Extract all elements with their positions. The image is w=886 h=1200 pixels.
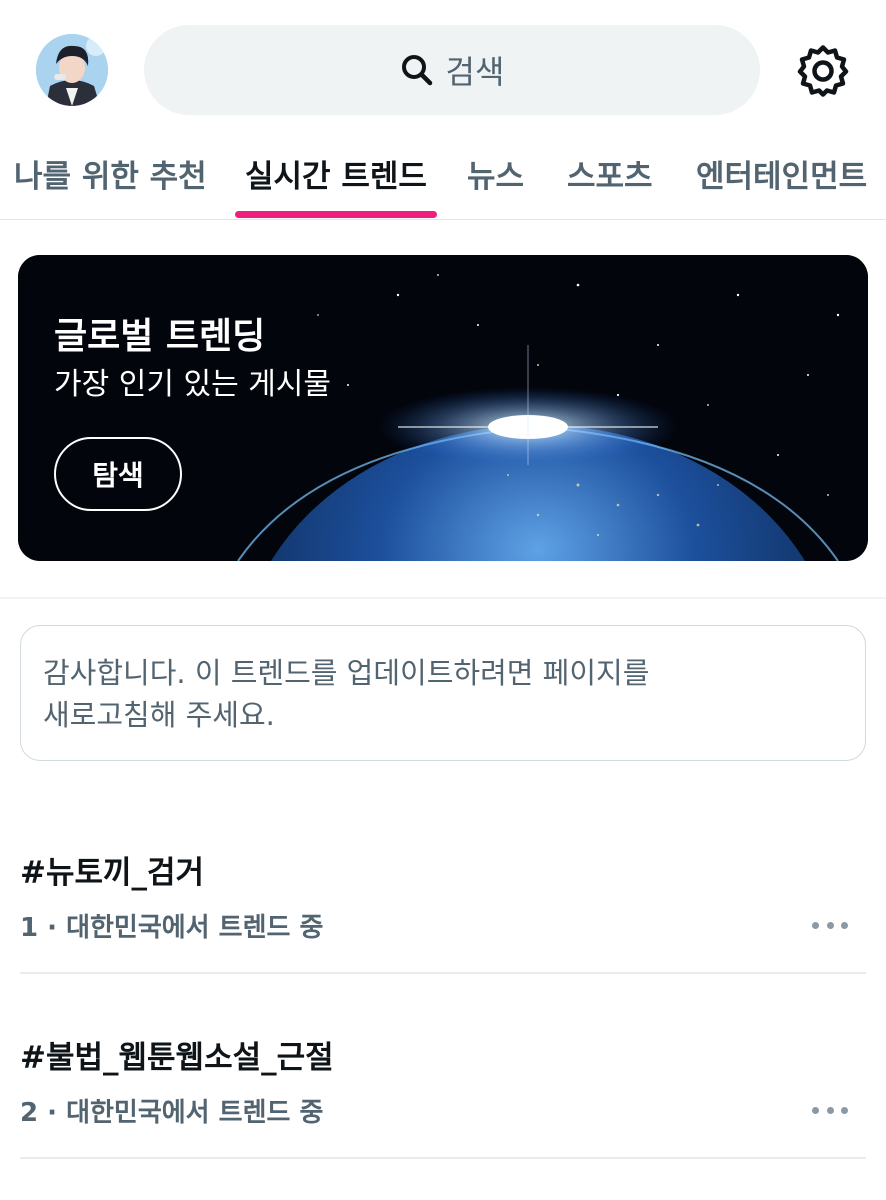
trend-name: #불법_웹툰웹소설_근절 <box>20 1040 334 1076</box>
more-icon[interactable] <box>812 1098 848 1122</box>
trend-divider <box>20 1157 866 1159</box>
search-label: 검색 <box>445 53 505 91</box>
trend-meta: 1 · 대한민국에서 트렌드 중 <box>20 913 324 943</box>
search-icon <box>401 55 432 86</box>
active-tab-indicator <box>235 211 437 218</box>
tab-news[interactable]: 뉴스 <box>467 150 524 210</box>
tab-sports[interactable]: 스포츠 <box>567 150 653 210</box>
tab-for-you[interactable]: 나를 위한 추천 <box>14 150 207 210</box>
trend-name: #뉴토끼_검거 <box>20 855 205 891</box>
tab-entertainment[interactable]: 엔터테인먼트 <box>696 150 867 210</box>
banner-title: 글로벌 트렌딩 <box>54 316 266 357</box>
gear-icon[interactable] <box>796 44 850 98</box>
avatar[interactable] <box>36 34 108 106</box>
notice-line-2: 새로고침해 주세요. <box>43 698 275 732</box>
trend-meta: 2 · 대한민국에서 트렌드 중 <box>20 1098 324 1128</box>
tab-trending[interactable]: 실시간 트렌드 <box>245 150 427 210</box>
top-bar: 검색 <box>0 0 886 140</box>
trend-divider <box>20 972 866 974</box>
explore-page: 검색 나를 위한 추천 실시간 트렌드 뉴스 스포츠 엔터테인먼트 글로벌 트렌… <box>0 0 886 1200</box>
tab-bar: 나를 위한 추천 실시간 트렌드 뉴스 스포츠 엔터테인먼트 <box>0 140 886 220</box>
trend-item[interactable]: #뉴토끼_검거 1 · 대한민국에서 트렌드 중 <box>0 823 886 1008</box>
search-bar[interactable]: 검색 <box>144 25 760 115</box>
global-trending-banner[interactable]: 글로벌 트렌딩 가장 인기 있는 게시물 탐색 <box>18 255 868 561</box>
section-divider <box>0 597 886 599</box>
explore-button[interactable]: 탐색 <box>54 437 182 511</box>
trend-item[interactable]: #불법_웹툰웹소설_근절 2 · 대한민국에서 트렌드 중 <box>0 1008 886 1193</box>
notice-line-1: 감사합니다. 이 트렌드를 업데이트하려면 페이지를 <box>43 656 650 690</box>
banner-subtitle: 가장 인기 있는 게시물 <box>54 367 332 402</box>
more-icon[interactable] <box>812 913 848 937</box>
earth-image <box>18 255 868 561</box>
refresh-notice: 감사합니다. 이 트렌드를 업데이트하려면 페이지를 새로고침해 주세요. <box>20 625 866 761</box>
